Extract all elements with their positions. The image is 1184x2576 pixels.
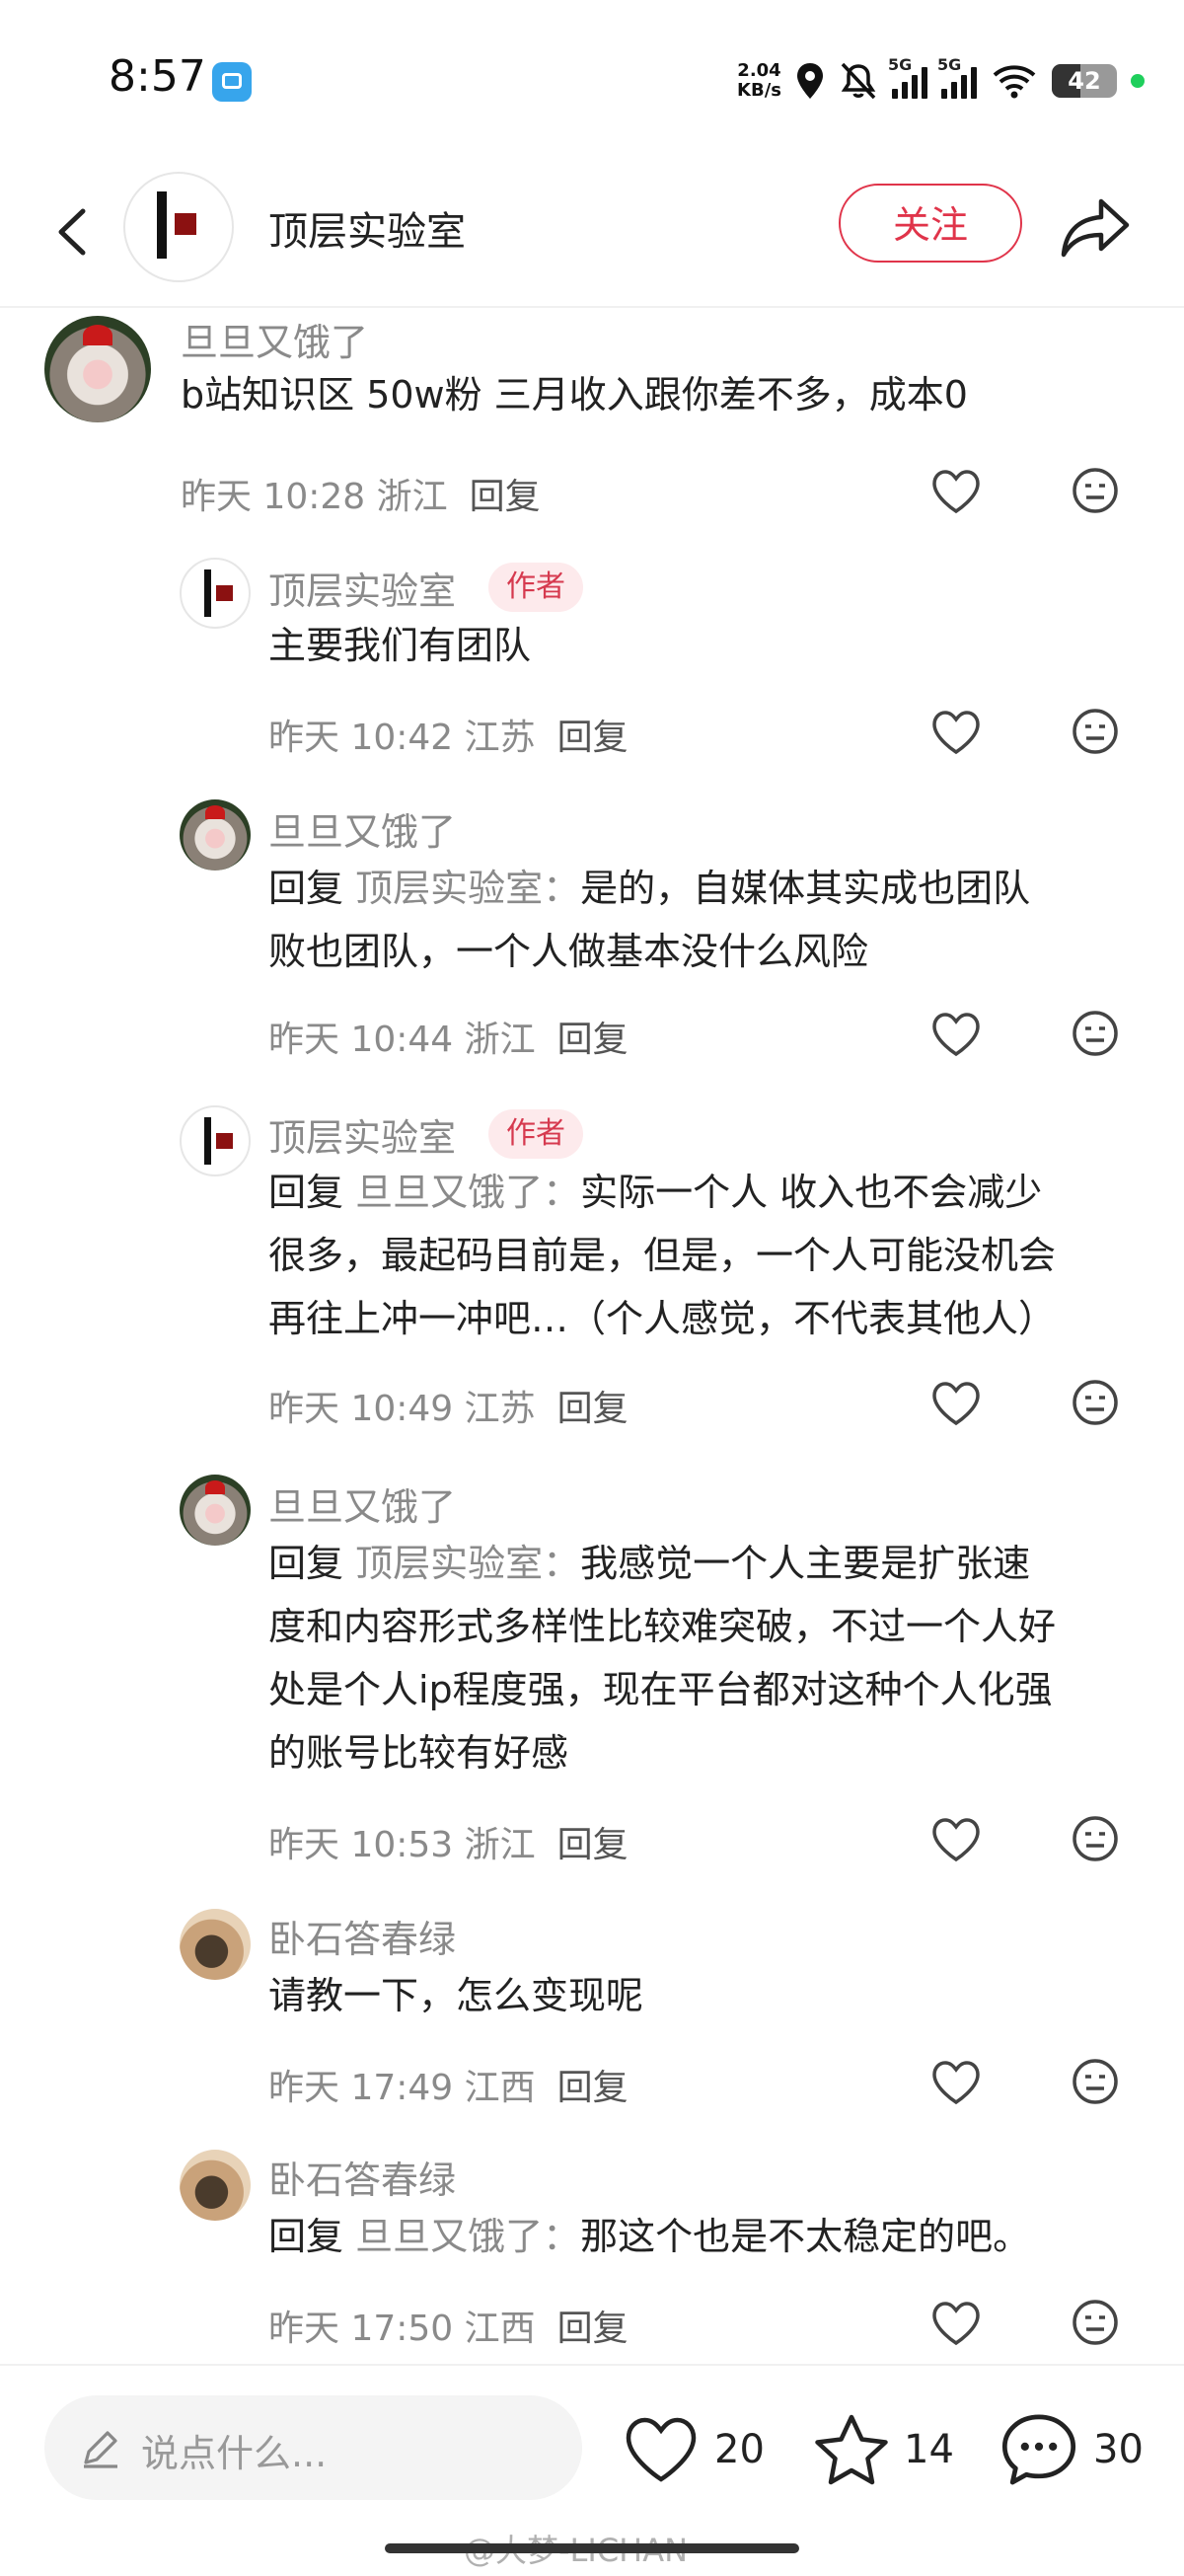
comment-username[interactable]: 卧石答春绿 [268, 2150, 456, 2204]
dislike-face-icon[interactable] [1071, 2298, 1120, 2347]
dislike-face-icon[interactable] [1071, 1814, 1120, 1863]
avatar[interactable] [180, 558, 251, 629]
location-icon [797, 63, 823, 99]
like-icon[interactable] [930, 2300, 982, 2347]
comment-text: 请教一下，怎么变现呢 [268, 1974, 644, 2017]
comment-input[interactable]: 说点什么... [44, 2395, 582, 2500]
avatar[interactable] [180, 799, 251, 871]
status-time: 8:57 [109, 51, 206, 102]
page-title: 顶层实验室 [268, 209, 466, 255]
dislike-face-icon[interactable] [1071, 1378, 1120, 1427]
comment-stat[interactable]: 30 [999, 2405, 1144, 2494]
like-icon[interactable] [930, 1816, 982, 1863]
reply-button[interactable]: 回复 [557, 2068, 629, 2108]
author-badge: 作者 [488, 1109, 583, 1159]
dislike-face-icon[interactable] [1071, 707, 1120, 756]
avatar[interactable] [180, 1475, 251, 1546]
comment-username[interactable]: 顶层实验室 [268, 561, 456, 615]
avatar[interactable] [180, 2150, 251, 2221]
author-badge: 作者 [488, 563, 583, 612]
reply-button[interactable]: 回复 [470, 477, 541, 517]
favorite-stat[interactable]: 14 [813, 2405, 954, 2494]
reply-button[interactable]: 回复 [557, 1825, 629, 1865]
input-placeholder: 说点什么... [141, 2432, 328, 2475]
like-count: 20 [714, 2427, 765, 2472]
avatar[interactable] [180, 1105, 251, 1176]
avatar[interactable] [180, 1909, 251, 1980]
heart-icon [626, 2417, 697, 2482]
like-icon[interactable] [930, 1380, 982, 1427]
reply-target[interactable]: 顶层实验室： [355, 1542, 580, 1585]
comment-username[interactable]: 卧石答春绿 [268, 1909, 456, 1963]
like-icon[interactable] [930, 2059, 982, 2106]
comment-meta: 昨天 10:44 浙江 回复 [268, 1020, 629, 1060]
share-icon[interactable] [1056, 188, 1135, 266]
comment-text: 回复 旦旦又饿了：那这个也是不太稳定的吧。 [268, 2215, 1031, 2258]
signal-1-icon: 5G [888, 55, 927, 99]
comment-meta: 昨天 10:53 浙江 回复 [268, 1825, 629, 1865]
dislike-face-icon[interactable] [1071, 2057, 1120, 2106]
reply-target[interactable]: 旦旦又饿了： [355, 2215, 580, 2258]
lab-logo-icon [157, 191, 196, 259]
signal-2-icon: 5G [937, 55, 977, 99]
comment-bubble-icon [1001, 2414, 1076, 2485]
comment-username[interactable]: 旦旦又饿了 [181, 312, 368, 366]
recording-dot-icon [1131, 74, 1145, 88]
comment-text: 回复 旦旦又饿了：实际一个人 收入也不会减少 很多，最起码目前是，但是，一个人可… [268, 1171, 1057, 1340]
dislike-face-icon[interactable] [1071, 466, 1120, 515]
pencil-icon [84, 2431, 117, 2468]
like-icon[interactable] [930, 709, 982, 756]
comment-username[interactable]: 顶层实验室 [268, 1107, 456, 1162]
like-icon[interactable] [930, 468, 982, 515]
comment-meta: 昨天 10:42 江苏 回复 [268, 718, 629, 758]
comment-text: 主要我们有团队 [268, 624, 532, 667]
like-stat[interactable]: 20 [622, 2405, 765, 2494]
reply-button[interactable]: 回复 [557, 1389, 629, 1429]
account-avatar[interactable] [123, 172, 234, 282]
reply-button[interactable]: 回复 [557, 1020, 629, 1060]
net-speed: 2.04 KB/s [737, 60, 781, 101]
comment-text: 回复 顶层实验室：我感觉一个人主要是扩张速 度和内容形式多样性比较难突破，不过一… [268, 1542, 1057, 1775]
wifi-icon [993, 65, 1036, 99]
status-icons: 2.04 KB/s 5G 5G 42 [737, 53, 1145, 109]
reply-target[interactable]: 旦旦又饿了： [355, 1171, 580, 1214]
comment-username[interactable]: 旦旦又饿了 [268, 801, 456, 856]
like-icon[interactable] [930, 1011, 982, 1058]
back-arrow-icon[interactable] [39, 197, 109, 266]
status-bar: 8:57 2.04 KB/s 5G 5G 42 [0, 0, 1184, 158]
comment-username[interactable]: 旦旦又饿了 [268, 1477, 456, 1531]
dislike-face-icon[interactable] [1071, 1009, 1120, 1058]
battery-icon: 42 [1052, 64, 1117, 98]
avatar[interactable] [44, 316, 151, 422]
follow-button[interactable]: 关注 [839, 184, 1022, 263]
star-icon [815, 2414, 888, 2485]
top-nav: 顶层实验室 关注 [0, 158, 1184, 308]
comment-meta: 昨天 10:49 江苏 回复 [268, 1389, 629, 1429]
reply-button[interactable]: 回复 [557, 718, 629, 758]
home-indicator[interactable] [385, 2543, 799, 2553]
app-notification-icon [212, 62, 252, 102]
comment-count: 30 [1093, 2427, 1144, 2472]
mute-icon [841, 62, 876, 100]
comment-meta: 昨天 10:28 浙江 回复 [181, 477, 541, 517]
reply-button[interactable]: 回复 [557, 2309, 629, 2349]
reply-target[interactable]: 顶层实验室： [355, 867, 580, 910]
bottom-action-bar: 说点什么... 20 14 30 @大梦-LICHAN [0, 2364, 1184, 2576]
favorite-count: 14 [904, 2427, 954, 2472]
comment-meta: 昨天 17:50 江西 回复 [268, 2309, 629, 2349]
comment-meta: 昨天 17:49 江西 回复 [268, 2068, 629, 2108]
comment-text: b站知识区 50w粉 三月收入跟你差不多，成本0 [181, 373, 968, 417]
comment-text: 回复 顶层实验室：是的，自媒体其实成也团队 败也团队，一个人做基本没什么风险 [268, 867, 1031, 973]
